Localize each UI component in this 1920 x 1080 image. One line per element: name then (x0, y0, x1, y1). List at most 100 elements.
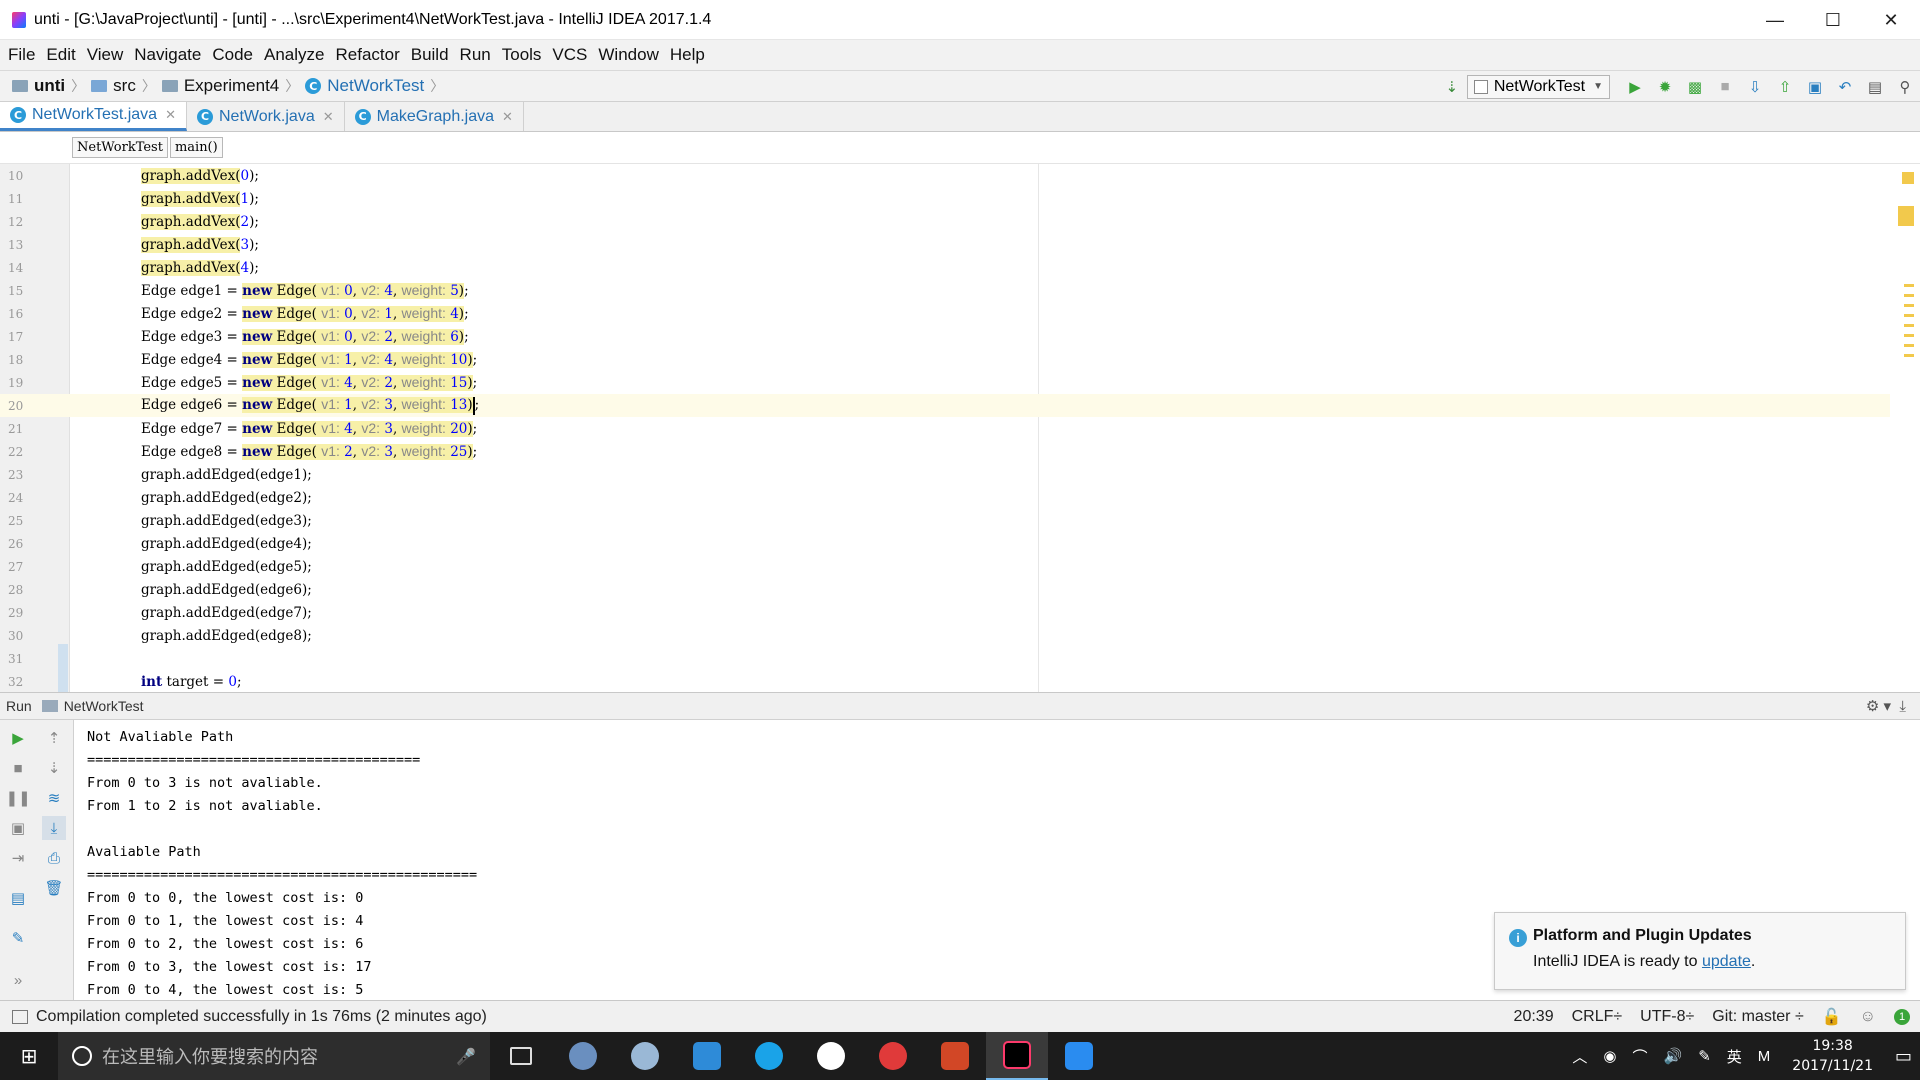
app-icon-1[interactable] (552, 1032, 614, 1080)
app-icon-5[interactable] (800, 1032, 862, 1080)
scroll-to-end-icon[interactable]: ⤓ (42, 816, 66, 840)
menu-vcs[interactable]: VCS (552, 45, 587, 65)
warning-marker[interactable] (1902, 172, 1914, 184)
update-notification[interactable]: i Platform and Plugin Updates IntelliJ I… (1494, 912, 1906, 990)
pen-icon[interactable]: ✎ (1698, 1047, 1711, 1065)
menu-build[interactable]: Build (411, 45, 449, 65)
dump-threads-icon[interactable]: ▣ (6, 816, 30, 840)
wifi-icon[interactable]: ⌒ (1632, 1046, 1647, 1067)
exit-icon[interactable]: ⇥ (6, 846, 30, 870)
microphone-icon[interactable]: 🎤 (456, 1047, 476, 1066)
git-branch[interactable]: Git: master ÷ (1712, 1008, 1803, 1026)
mail-icon[interactable]: M (1758, 1048, 1771, 1065)
build-icon[interactable]: ⇣ (1440, 75, 1464, 99)
menu-view[interactable]: View (87, 45, 124, 65)
menu-navigate[interactable]: Navigate (134, 45, 201, 65)
vcs-compare-icon[interactable]: ▣ (1803, 75, 1827, 99)
project-structure-icon[interactable]: ▤ (1863, 75, 1887, 99)
menu-refactor[interactable]: Refactor (335, 45, 399, 65)
status-message[interactable]: Compilation completed successfully in 1s… (36, 1008, 487, 1026)
trash-icon[interactable]: 🗑 (42, 876, 66, 900)
powerpoint-icon[interactable] (924, 1032, 986, 1080)
music-app-icon[interactable] (862, 1032, 924, 1080)
tab-network[interactable]: C NetWork.java ✕ (187, 102, 345, 131)
close-icon[interactable]: ✕ (165, 107, 176, 123)
vcs-update-icon[interactable]: ⇩ (1743, 75, 1767, 99)
close-icon[interactable]: ✕ (323, 109, 334, 125)
code-editor[interactable]: 10 graph.addVex(0); 11 graph.addVex(1); … (0, 164, 1920, 692)
update-link[interactable]: update (1702, 953, 1751, 970)
windows-start-icon[interactable]: ⊞ (0, 1032, 58, 1080)
pause-icon[interactable]: ❚❚ (5, 786, 30, 810)
menu-help[interactable]: Help (670, 45, 705, 65)
breadcrumb-class[interactable]: C NetWorkTest 〉 (305, 76, 444, 96)
editor-crumb-method[interactable]: main() (169, 137, 223, 158)
breadcrumb-package[interactable]: Experiment4 〉 (161, 76, 299, 96)
file-encoding[interactable]: UTF-8÷ (1640, 1008, 1694, 1026)
rerun-icon[interactable]: ▶ (6, 726, 30, 750)
ime-indicator[interactable]: 英 (1727, 1046, 1742, 1067)
layout-icon[interactable]: ▤ (6, 886, 30, 910)
editor-crumb-class[interactable]: NetWorkTest (72, 137, 168, 158)
run-panel-label[interactable]: Run (6, 698, 32, 714)
record-icon[interactable]: ◉ (1603, 1047, 1616, 1065)
taskbar-clock[interactable]: 19:38 2017/11/21 (1792, 1036, 1873, 1076)
pin-icon[interactable]: ✎ (6, 926, 30, 950)
menu-window[interactable]: Window (598, 45, 658, 65)
menu-code[interactable]: Code (212, 45, 253, 65)
close-icon[interactable]: ✕ (502, 109, 513, 125)
tab-networktest[interactable]: C NetWorkTest.java ✕ (0, 102, 187, 131)
editor-scrollbar-markers[interactable] (1890, 164, 1920, 692)
lock-icon[interactable]: 🔓 (1822, 1007, 1842, 1027)
volume-icon[interactable]: 🔊 (1664, 1047, 1683, 1065)
coverage-icon[interactable]: ▩ (1683, 75, 1707, 99)
menu-edit[interactable]: Edit (46, 45, 75, 65)
close-button[interactable]: ✕ (1862, 0, 1920, 40)
highlight-marker[interactable] (1904, 284, 1914, 287)
app-icon-6[interactable] (1048, 1032, 1110, 1080)
inspector-icon[interactable]: ☺ (1860, 1008, 1876, 1026)
line-separator[interactable]: CRLF÷ (1572, 1008, 1623, 1026)
minimize-button[interactable]: — (1746, 0, 1804, 40)
more-icon[interactable]: » (6, 968, 30, 992)
soft-wrap-icon[interactable]: ≋ (42, 786, 66, 810)
breadcrumb-project[interactable]: unti 〉 (12, 76, 85, 96)
debug-icon[interactable]: ✹ (1653, 75, 1677, 99)
highlight-marker[interactable] (1904, 344, 1914, 347)
highlight-marker[interactable] (1904, 334, 1914, 337)
vcs-commit-icon[interactable]: ⇧ (1773, 75, 1797, 99)
tab-makegraph[interactable]: C MakeGraph.java ✕ (345, 102, 524, 131)
event-log-badge[interactable]: 1 (1894, 1009, 1910, 1025)
maximize-button[interactable]: ☐ (1804, 0, 1862, 40)
warning-marker[interactable] (1898, 206, 1914, 226)
run-tab-label[interactable]: NetWorkTest (64, 698, 144, 714)
task-view-icon[interactable] (490, 1032, 552, 1080)
caret-position[interactable]: 20:39 (1514, 1008, 1554, 1026)
breadcrumb-src[interactable]: src 〉 (91, 76, 156, 96)
chevron-up-icon[interactable]: ︿ (1572, 1046, 1587, 1067)
notification-center-icon[interactable]: ▭ (1895, 1046, 1912, 1067)
search-icon[interactable]: ⚲ (1893, 75, 1917, 99)
highlight-marker[interactable] (1904, 354, 1914, 357)
run-config-select[interactable]: NetWorkTest ▼ (1466, 74, 1610, 99)
menu-analyze[interactable]: Analyze (264, 45, 324, 65)
print-icon[interactable]: ⎙ (42, 846, 66, 870)
tool-windows-icon[interactable] (12, 1009, 28, 1024)
stop-icon[interactable]: ■ (1713, 75, 1737, 99)
up-arrow-icon[interactable]: ⇡ (42, 726, 66, 750)
stop-icon[interactable]: ■ (6, 756, 30, 780)
app-icon-3[interactable] (676, 1032, 738, 1080)
highlight-marker[interactable] (1904, 324, 1914, 327)
app-icon-2[interactable] (614, 1032, 676, 1080)
taskbar-search[interactable]: 在这里输入你要搜索的内容 🎤 (58, 1032, 490, 1080)
intellij-taskbar-icon[interactable] (986, 1032, 1048, 1080)
menu-file[interactable]: File (8, 45, 35, 65)
settings-icon[interactable]: ⚙ ▾ ⤓ (1866, 697, 1906, 715)
highlight-marker[interactable] (1904, 304, 1914, 307)
menu-tools[interactable]: Tools (502, 45, 542, 65)
highlight-marker[interactable] (1904, 314, 1914, 317)
highlight-marker[interactable] (1904, 294, 1914, 297)
revert-icon[interactable]: ↶ (1833, 75, 1857, 99)
run-icon[interactable]: ▶ (1623, 75, 1647, 99)
menu-run[interactable]: Run (460, 45, 491, 65)
